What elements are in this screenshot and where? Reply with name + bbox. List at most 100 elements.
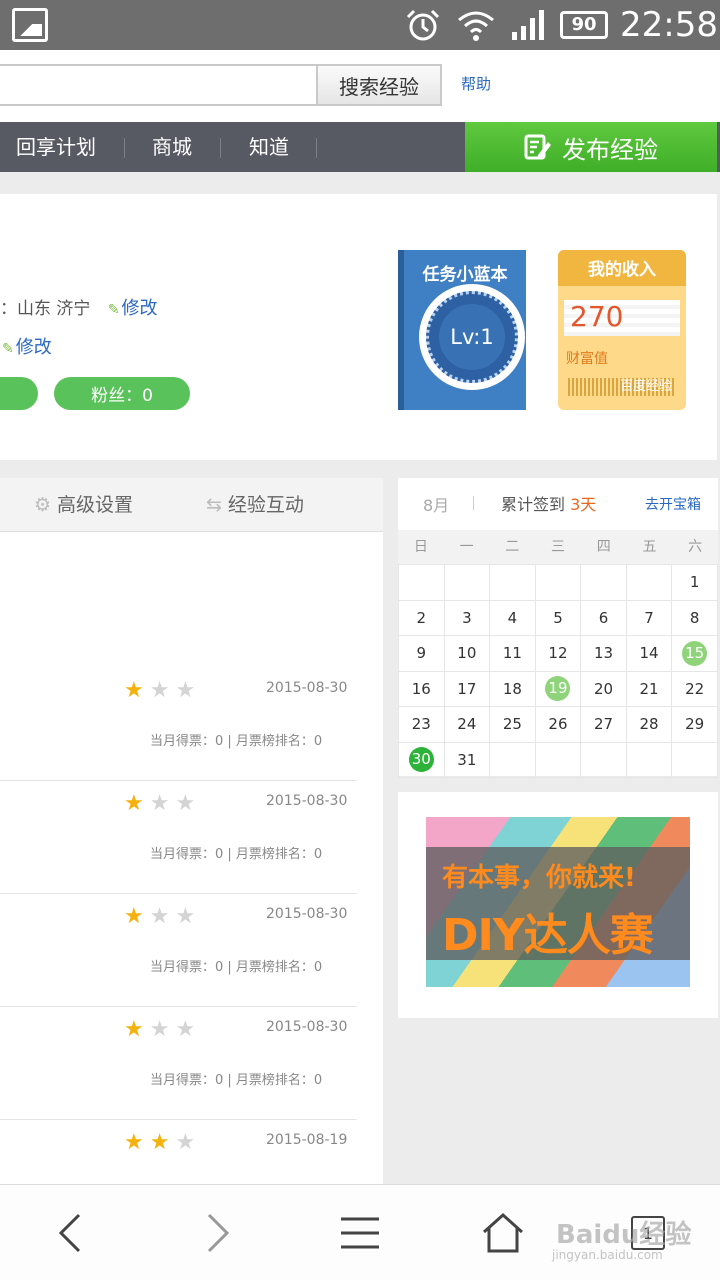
experience-date: 2015-08-19 — [266, 1132, 348, 1148]
calendar-empty-cell — [534, 564, 582, 601]
publish-label: 发布经验 — [562, 135, 658, 164]
calendar-day[interactable]: 27 — [580, 706, 627, 743]
signin-calendar: 8月 累计签到 3天 去开宝箱 日一二三四五六 1 2 3 4 5 6 7 8 9 10 11 12 1… — [398, 478, 718, 778]
calendar-day[interactable]: 2 — [398, 599, 445, 636]
calendar-day[interactable]: 24 — [443, 706, 491, 743]
calendar-day[interactable]: 31 — [443, 741, 491, 778]
calendar-day[interactable]: 10 — [443, 635, 491, 672]
edit-profile-link[interactable]: 修改 — [16, 337, 52, 358]
swap-icon: ⇆ — [206, 494, 222, 516]
star-icon: ★ — [175, 678, 202, 703]
home-button[interactable] — [472, 1185, 534, 1280]
publish-experience-button[interactable]: 发布经验 — [465, 122, 717, 172]
diy-contest-banner[interactable]: 有本事，你就来! DIY达人赛 — [426, 817, 690, 987]
calendar-day[interactable]: 9 — [398, 635, 445, 672]
calendar-day[interactable]: 11 — [489, 635, 536, 672]
calendar-day[interactable]: 18 — [489, 670, 536, 707]
calendar-day[interactable]: 1 — [671, 564, 718, 601]
star-icon: ★ — [124, 1017, 150, 1042]
star-icon: ★ — [149, 1130, 176, 1155]
experience-item[interactable]: ★★★ 2015-08-30 当月得票：0 | 月票榜排名：0 — [0, 668, 357, 781]
experience-item[interactable]: ★★★ 2015-08-30 当月得票：0 | 月票榜排名：0 — [0, 894, 357, 1007]
experience-item[interactable]: ★★★ 2015-08-30 当月得票：0 | 月票榜排名：0 — [0, 781, 357, 894]
weekday-label: 六 — [688, 539, 703, 555]
experience-date: 2015-08-30 — [266, 906, 348, 922]
task-notebook-card[interactable]: 任务小蓝本 Lv:1 — [398, 250, 526, 410]
calendar-day[interactable]: 30 — [398, 741, 445, 778]
calendar-day[interactable]: 17 — [443, 670, 491, 707]
tab-advanced-settings[interactable]: ⚙ 高级设置 — [34, 478, 133, 532]
pencil-icon: ✎ — [107, 302, 120, 318]
income-brand: 百度经验 — [620, 379, 673, 394]
search-input[interactable] — [0, 64, 320, 106]
alarm-icon — [406, 9, 440, 41]
star-icon: ★ — [124, 791, 150, 816]
calendar-day[interactable]: 14 — [625, 635, 673, 672]
battery-indicator: 90 — [560, 11, 608, 39]
weekday-label: 四 — [596, 539, 611, 555]
calendar-day[interactable]: 12 — [534, 635, 582, 672]
calendar-day[interactable]: 13 — [580, 635, 627, 672]
calendar-day[interactable]: 29 — [671, 706, 718, 743]
fans-pill[interactable]: 粉丝：0 — [54, 377, 190, 410]
rating-stars: ★★★ — [124, 904, 201, 929]
open-chest-link[interactable]: 去开宝箱 — [645, 494, 701, 514]
clock: 22:58 — [620, 5, 718, 45]
calendar-day[interactable]: 16 — [398, 670, 445, 707]
nav-item-mall[interactable]: 商城 — [152, 122, 192, 172]
calendar-day[interactable]: 25 — [489, 706, 536, 743]
star-icon: ★ — [149, 1017, 176, 1042]
calendar-day[interactable]: 20 — [580, 670, 627, 707]
star-icon: ★ — [124, 1130, 150, 1155]
nav-divider — [220, 138, 221, 158]
rating-stars: ★★★ — [124, 678, 201, 703]
income-card[interactable]: 我的收入 270 财富值 百度经验 — [558, 250, 686, 410]
tab-experience-interaction[interactable]: ⇆ 经验互动 — [206, 478, 304, 532]
star-icon: ★ — [175, 1017, 202, 1042]
calendar-day[interactable]: 8 — [671, 599, 718, 636]
calendar-day[interactable]: 5 — [534, 599, 582, 636]
calendar-day[interactable]: 21 — [625, 670, 673, 707]
back-button[interactable] — [40, 1185, 100, 1280]
nav-item-huixiang[interactable]: 回享计划 — [16, 122, 96, 172]
calendar-day[interactable]: 19 — [534, 670, 582, 707]
task-card-title: 任务小蓝本 — [422, 265, 508, 285]
calendar-day[interactable]: 4 — [489, 599, 536, 636]
help-link[interactable]: 帮助 — [461, 73, 491, 94]
location-text: ：山东 济宁 — [0, 299, 91, 319]
experience-date: 2015-08-30 — [266, 793, 348, 809]
nav-item-zhidao[interactable]: 知道 — [249, 122, 289, 172]
experience-date: 2015-08-30 — [266, 680, 348, 696]
star-icon: ★ — [175, 1130, 202, 1155]
calendar-empty-cell — [625, 564, 673, 601]
weekday-label: 五 — [642, 539, 657, 555]
profile-card: ：山东 济宁 ✎ 修改 ✎ 修改 粉丝：0 任务小蓝本 Lv:1 我的收入 270 … — [0, 194, 717, 460]
search-row: 搜索经验 帮助 — [0, 50, 720, 122]
calendar-day[interactable]: 15 — [671, 635, 718, 672]
level-text: Lv:1 — [439, 304, 505, 370]
star-icon: ★ — [175, 904, 202, 929]
pencil-icon: ✎ — [2, 341, 14, 357]
calendar-day[interactable]: 23 — [398, 706, 445, 743]
calendar-day[interactable]: 22 — [671, 670, 718, 707]
weekday-label: 日 — [413, 539, 428, 555]
calendar-day[interactable]: 26 — [534, 706, 582, 743]
weekday-label: 三 — [551, 539, 566, 555]
calendar-empty-cell — [580, 741, 627, 778]
forward-button[interactable] — [188, 1185, 248, 1280]
search-button[interactable]: 搜索经验 — [316, 64, 442, 106]
edit-location-link[interactable]: 修改 — [122, 298, 158, 319]
menu-button[interactable] — [330, 1185, 390, 1280]
calendar-day[interactable]: 7 — [625, 599, 673, 636]
experience-item[interactable]: ★★★ 2015-08-30 当月得票：0 | 月票榜排名：0 — [0, 1007, 357, 1120]
star-icon: ★ — [124, 904, 150, 929]
tab-label: 经验互动 — [227, 494, 304, 516]
weekday-header: 日一二三四五六 — [398, 530, 718, 564]
calendar-day[interactable]: 28 — [625, 706, 673, 743]
calendar-day[interactable]: 6 — [580, 599, 627, 636]
weekday-label: 一 — [459, 539, 474, 555]
stat-pill-partial[interactable] — [0, 377, 38, 410]
menu-icon — [341, 1217, 379, 1249]
calendar-day[interactable]: 3 — [443, 599, 491, 636]
calendar-empty-cell — [398, 564, 445, 601]
